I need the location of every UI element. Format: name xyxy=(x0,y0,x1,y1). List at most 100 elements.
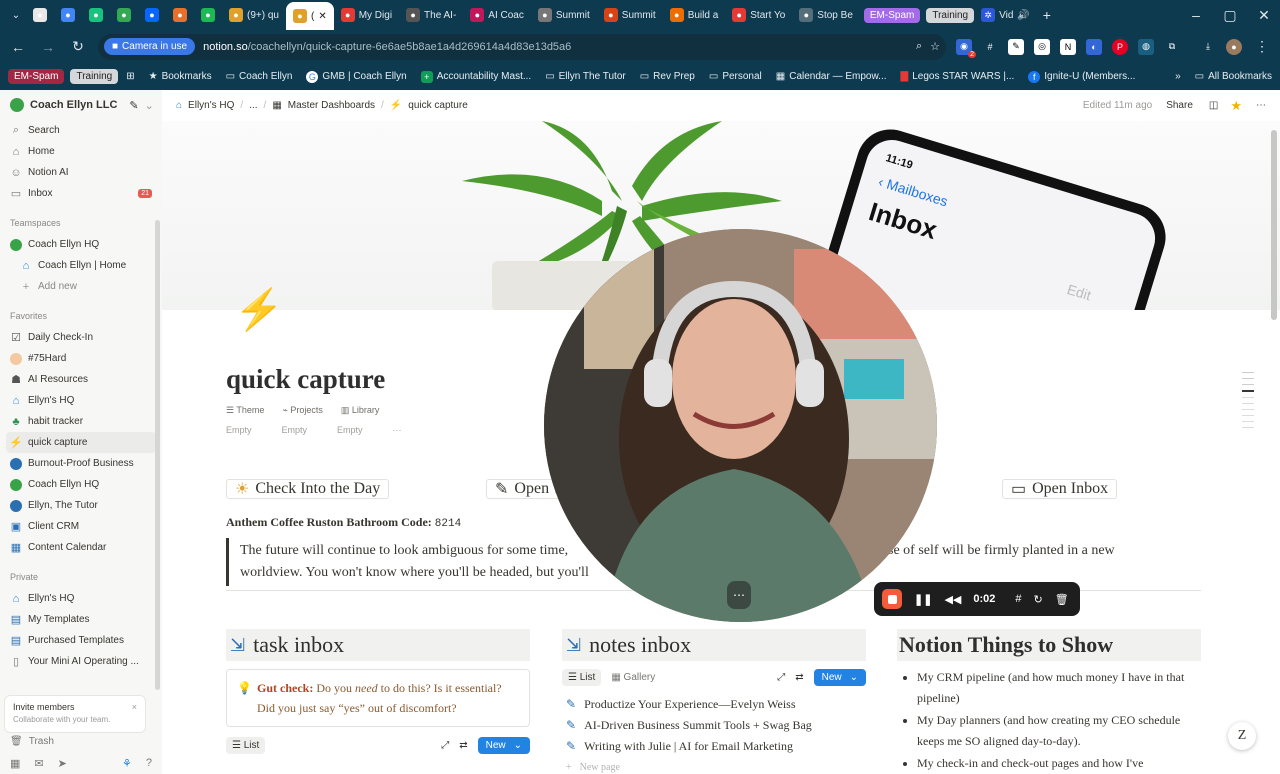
browser-tab-2[interactable]: ● xyxy=(82,0,110,30)
close-window-button[interactable]: ✕ xyxy=(1254,7,1274,24)
page-icon-lightning[interactable]: ⚡ xyxy=(234,286,284,333)
pause-icon[interactable]: ❚❚ xyxy=(914,593,932,606)
sidebar-item-ellyn-the-tutor[interactable]: Ellyn, The Tutor xyxy=(0,495,162,516)
help-icon[interactable]: ? xyxy=(146,757,152,769)
breadcrumb-master-dashboards[interactable]: Master Dashboards xyxy=(288,100,375,111)
extension-icon-2[interactable]: ✎ xyxy=(1008,38,1024,55)
sidebar-item-inbox[interactable]: ▭ Inbox 21 xyxy=(0,183,162,204)
new-tab-button[interactable]: + xyxy=(1037,7,1057,23)
property-projects[interactable]: ⌁ Projects xyxy=(282,405,322,416)
stop-recording-button[interactable] xyxy=(882,589,902,609)
tab-group-em-spam[interactable]: EM-Spam xyxy=(863,7,921,23)
apps-grid-icon[interactable]: ⊞ xyxy=(126,71,134,82)
new-page-button[interactable]: + New page xyxy=(562,757,866,774)
page-scrollbar[interactable] xyxy=(1271,130,1277,320)
filter-icon[interactable]: ⇄ xyxy=(795,672,803,683)
favorite-star-icon[interactable]: ★ xyxy=(1230,98,1242,114)
bookmark-calendar[interactable]: ▦ Calendar — Empow... xyxy=(776,71,887,82)
sidebar-item-add-new[interactable]: + Add new xyxy=(0,276,162,297)
zoom-icon[interactable]: ⌕ xyxy=(916,40,922,53)
sidebar-item-coach-ellyn-home[interactable]: ⌂ Coach Ellyn | Home xyxy=(0,255,162,276)
workspace-switcher[interactable]: Coach Ellyn LLC ✎ ⌄ xyxy=(0,90,162,120)
new-page-icon[interactable]: ✎ xyxy=(129,99,138,112)
tab-group-training[interactable]: Training xyxy=(926,7,975,23)
share-button[interactable]: Share xyxy=(1166,100,1193,111)
close-tab-icon[interactable]: ✕ xyxy=(318,11,326,22)
bookmark-personal[interactable]: ▭ Personal xyxy=(709,71,762,82)
open-inbox-button[interactable]: ▭ Open Inbox xyxy=(1002,479,1118,499)
property-theme-value[interactable]: Empty xyxy=(226,425,252,435)
browser-tab-16[interactable]: ● Stop Be xyxy=(792,0,860,30)
more-bookmarks-icon[interactable]: » xyxy=(1175,71,1181,82)
sidebar-item-client-crm[interactable]: ▣ Client CRM xyxy=(0,516,162,537)
gut-check-callout[interactable]: 💡 Gut check: Do you need to do this? Is … xyxy=(226,669,530,727)
sidebar-item-ellyn-s-hq[interactable]: ⌂ Ellyn's HQ xyxy=(0,390,162,411)
check-into-day-button[interactable]: ☀ Check Into the Day xyxy=(226,479,390,499)
bookmark-accountability[interactable]: + Accountability Mast... xyxy=(420,70,531,83)
browser-tab-14[interactable]: ● Build a xyxy=(663,0,726,30)
list-item[interactable]: ✎ Writing with Julie | AI for Email Marke… xyxy=(562,736,866,757)
page-title[interactable]: quick capture xyxy=(226,364,385,395)
browser-tab-4[interactable]: ● xyxy=(138,0,166,30)
browser-tab-15[interactable]: ● Start Yo xyxy=(725,0,792,30)
ai-assistant-icon[interactable]: Z xyxy=(1228,722,1256,750)
bookmark-gmb[interactable]: G GMB | Coach Ellyn xyxy=(306,70,407,83)
sidebar-item-habit-tracker[interactable]: ♣ habit tracker xyxy=(0,411,162,432)
property-more[interactable]: ··· xyxy=(393,425,402,435)
sidebar-item-quick-capture[interactable]: ⚡ quick capture xyxy=(6,432,156,453)
sidebar-item-ellyn-s-hq[interactable]: ⌂ Ellyn's HQ xyxy=(0,588,162,609)
task-inbox-heading[interactable]: ⇲ task inbox xyxy=(226,629,530,661)
view-tab-list[interactable]: ☰ List xyxy=(226,736,266,754)
bookmark-coach-ellyn[interactable]: ▭ Coach Ellyn xyxy=(226,71,293,82)
calendar-icon[interactable]: ▦ xyxy=(10,757,20,770)
more-icon[interactable]: ⋯ xyxy=(1256,100,1266,111)
sidebar-item-notion-ai[interactable]: ☺ Notion AI xyxy=(0,162,162,183)
pinterest-icon[interactable]: P xyxy=(1112,38,1128,55)
url-input[interactable]: ■ Camera in use notion.so/coachellyn/quic… xyxy=(98,33,946,60)
browser-tab-8[interactable]: ●(✕ xyxy=(285,2,334,30)
sidebar-item-coach-ellyn-hq[interactable]: Coach Ellyn HQ xyxy=(0,474,162,495)
restart-icon[interactable]: ↻ xyxy=(1034,593,1043,606)
close-icon[interactable]: × xyxy=(132,702,137,712)
breadcrumb-ellyns-hq[interactable]: Ellyn's HQ xyxy=(188,100,234,111)
bullet-item[interactable]: My CRM pipeline (and how much money I ha… xyxy=(917,667,1201,709)
expand-icon[interactable]: ⤢ xyxy=(777,672,785,683)
extension-icon-1[interactable]: ◉ 2 xyxy=(956,38,976,58)
filter-icon[interactable]: ⇄ xyxy=(459,740,467,751)
sidebar-item-your-mini-ai-operating-[interactable]: ▯ Your Mini AI Operating ... xyxy=(0,651,162,672)
expand-icon[interactable]: ⤢ xyxy=(441,740,449,751)
star-icon[interactable]: ☆ xyxy=(930,40,940,53)
invite-members-card[interactable]: Invite members Collaborate with your tea… xyxy=(4,695,146,733)
sidebar-item-my-templates[interactable]: ▤ My Templates xyxy=(0,609,162,630)
outline-toc[interactable] xyxy=(1242,372,1254,428)
view-tab-list[interactable]: ☰ List xyxy=(562,668,602,686)
list-item[interactable]: ✎ AI-Driven Business Summit Tools + Swag … xyxy=(562,715,866,736)
webcam-bubble[interactable]: ⋯ xyxy=(544,229,937,622)
marketplace-icon[interactable]: ⚘ xyxy=(122,757,132,770)
notion-things-heading[interactable]: Notion Things to Show xyxy=(897,629,1201,661)
browser-tab-10[interactable]: ● The AI- xyxy=(399,0,463,30)
sidebar-item-trash[interactable]: 🗑 Trash xyxy=(0,734,64,748)
notes-inbox-heading[interactable]: ⇲ notes inbox xyxy=(562,629,866,661)
download-icon[interactable]: ⤓ xyxy=(1200,39,1216,55)
extension-icon-6[interactable]: ◍ xyxy=(1138,38,1154,55)
minimize-button[interactable]: – xyxy=(1186,7,1206,23)
breadcrumb-quick-capture[interactable]: quick capture xyxy=(408,100,467,111)
browser-tab-7[interactable]: ● (9+) qu xyxy=(222,0,286,30)
bullet-item[interactable]: My check-in and check-out pages and how … xyxy=(917,753,1201,774)
sidebar-item-daily-check-in[interactable]: ☑ Daily Check-In xyxy=(0,327,162,348)
sidebar-item-search[interactable]: ⌕ Search xyxy=(0,120,162,141)
bullet-item[interactable]: My Day planners (and how creating my CEO… xyxy=(917,710,1201,752)
browser-tab-5[interactable]: ● xyxy=(166,0,194,30)
sidebar-item--75hard[interactable]: #75Hard xyxy=(0,348,162,369)
extension-icon-5[interactable]: ◐ xyxy=(1086,38,1102,55)
bookmark-rev-prep[interactable]: ▭ Rev Prep xyxy=(640,71,695,82)
tab-search-icon[interactable]: ⌄ xyxy=(6,10,26,21)
grid-icon[interactable]: # xyxy=(1015,593,1021,605)
sidebar-item-burnout-proof-business[interactable]: Burnout-Proof Business xyxy=(0,453,162,474)
property-library-value[interactable]: Empty xyxy=(337,425,363,435)
browser-tab-13[interactable]: ● Summit xyxy=(597,0,663,30)
camera-in-use-chip[interactable]: ■ Camera in use xyxy=(104,38,196,55)
avatar[interactable]: ● xyxy=(1226,38,1242,55)
list-item[interactable]: ✎ Productize Your Experience—Evelyn Weiss xyxy=(562,694,866,715)
